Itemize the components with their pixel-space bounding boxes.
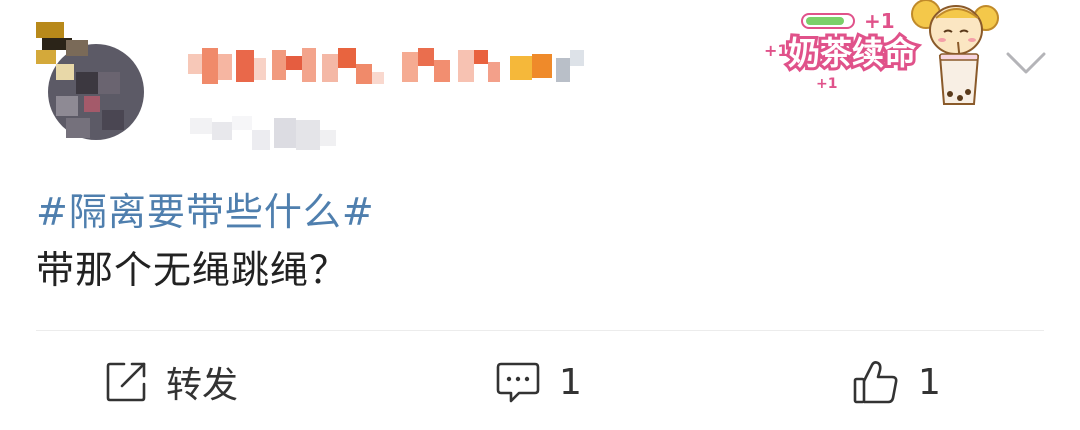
hashtag-link[interactable]: #隔离要带些什么# bbox=[36, 183, 1044, 241]
thumbs-up-icon bbox=[853, 361, 898, 404]
share-square-icon bbox=[106, 362, 146, 402]
plus-one-top: +1 bbox=[864, 9, 895, 33]
badge-text: 奶茶续命 bbox=[788, 34, 917, 72]
timestamp-mosaic bbox=[190, 116, 336, 150]
repost-label: 转发 bbox=[166, 365, 239, 406]
post-body: #隔离要带些什么# 带那个无绳跳绳？ bbox=[36, 183, 1044, 299]
post-text: 带那个无绳跳绳？ bbox=[36, 248, 349, 292]
plus-one-bottom: +1 bbox=[816, 76, 837, 92]
weibo-post-card: +1 +1 +1 奶茶续命 #隔离要带些什么# 带那个无绳跳绳？ 转发 1 1 bbox=[0, 0, 1080, 430]
chevron-down-icon[interactable] bbox=[1002, 46, 1050, 82]
username-mosaic[interactable] bbox=[188, 40, 618, 96]
comment-count: 1 bbox=[559, 361, 582, 403]
repost-button[interactable]: 转发 bbox=[104, 358, 238, 406]
divider bbox=[36, 330, 1044, 331]
plus-one-left: +1 bbox=[764, 41, 789, 60]
comment-icon bbox=[496, 362, 540, 403]
comment-button[interactable]: 1 bbox=[495, 358, 582, 406]
action-bar: 转发 1 1 bbox=[0, 334, 1080, 430]
like-count: 1 bbox=[918, 361, 941, 403]
like-button[interactable]: 1 bbox=[852, 358, 941, 406]
avatar[interactable] bbox=[36, 22, 146, 142]
milk-tea-badge[interactable]: +1 +1 +1 奶茶续命 bbox=[760, 0, 1000, 110]
